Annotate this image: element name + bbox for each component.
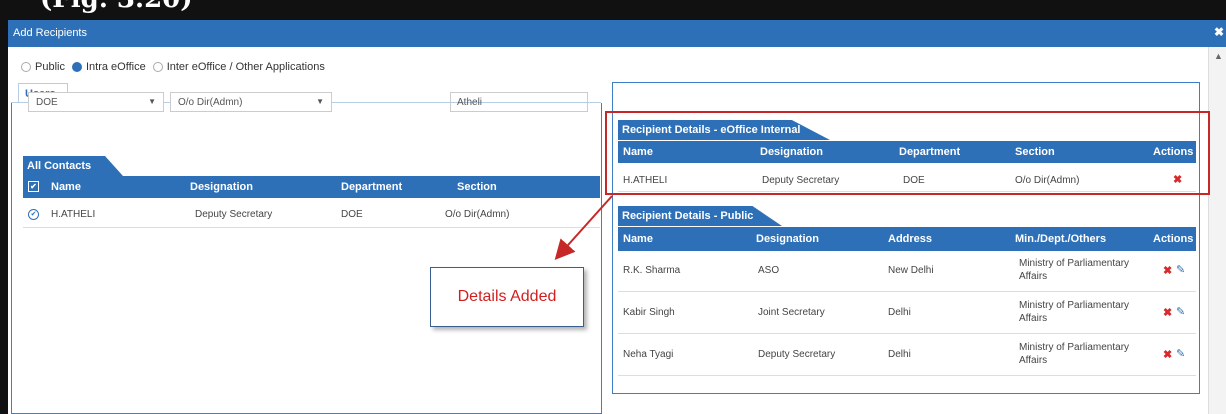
annotation-arrow [554, 195, 613, 260]
details-added-callout: Details Added [430, 267, 584, 327]
